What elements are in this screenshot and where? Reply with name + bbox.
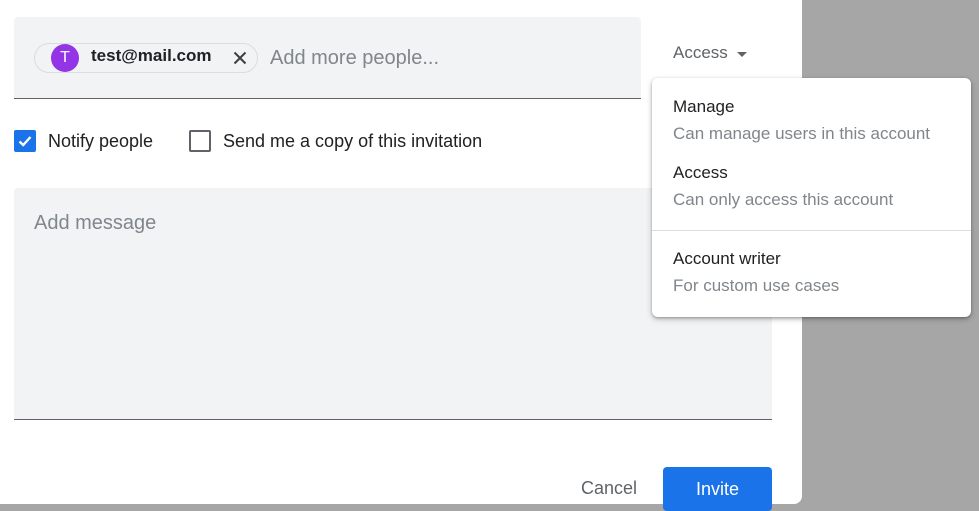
recipient-chip[interactable]: T test@mail.com bbox=[34, 43, 258, 73]
access-dropdown[interactable]: Access bbox=[673, 43, 747, 63]
menu-item-description: Can only access this account bbox=[673, 190, 894, 209]
add-people-input[interactable] bbox=[270, 47, 620, 70]
invite-button[interactable]: Invite bbox=[663, 467, 772, 511]
notify-people-checkbox[interactable] bbox=[14, 130, 36, 152]
menu-item-title: Manage bbox=[673, 97, 735, 116]
recipient-email: test@mail.com bbox=[91, 46, 212, 65]
caret-down-icon bbox=[736, 51, 747, 57]
menu-item-title: Access bbox=[673, 163, 728, 182]
close-icon[interactable] bbox=[233, 51, 247, 65]
send-copy-label: Send me a copy of this invitation bbox=[223, 130, 483, 151]
access-level-menu: Manage Can manage users in this account … bbox=[652, 78, 971, 317]
send-copy-option[interactable]: Send me a copy of this invitation bbox=[189, 130, 482, 152]
menu-divider bbox=[652, 230, 971, 231]
access-dropdown-label: Access bbox=[673, 43, 728, 62]
notify-people-label: Notify people bbox=[48, 130, 154, 151]
menu-item-manage[interactable]: Manage Can manage users in this account bbox=[652, 96, 971, 145]
menu-item-title: Account writer bbox=[673, 249, 781, 268]
notify-people-option[interactable]: Notify people bbox=[14, 130, 153, 152]
send-copy-checkbox[interactable] bbox=[189, 130, 211, 152]
menu-item-account-writer[interactable]: Account writer For custom use cases bbox=[652, 248, 971, 297]
checkmark-icon bbox=[18, 136, 32, 147]
menu-item-description: For custom use cases bbox=[673, 276, 840, 295]
menu-item-description: Can manage users in this account bbox=[673, 124, 931, 143]
avatar: T bbox=[51, 44, 79, 72]
menu-item-access[interactable]: Access Can only access this account bbox=[652, 162, 971, 211]
avatar-letter: T bbox=[60, 49, 70, 66]
recipients-field[interactable]: T test@mail.com bbox=[14, 17, 641, 99]
cancel-button[interactable]: Cancel bbox=[564, 466, 654, 510]
